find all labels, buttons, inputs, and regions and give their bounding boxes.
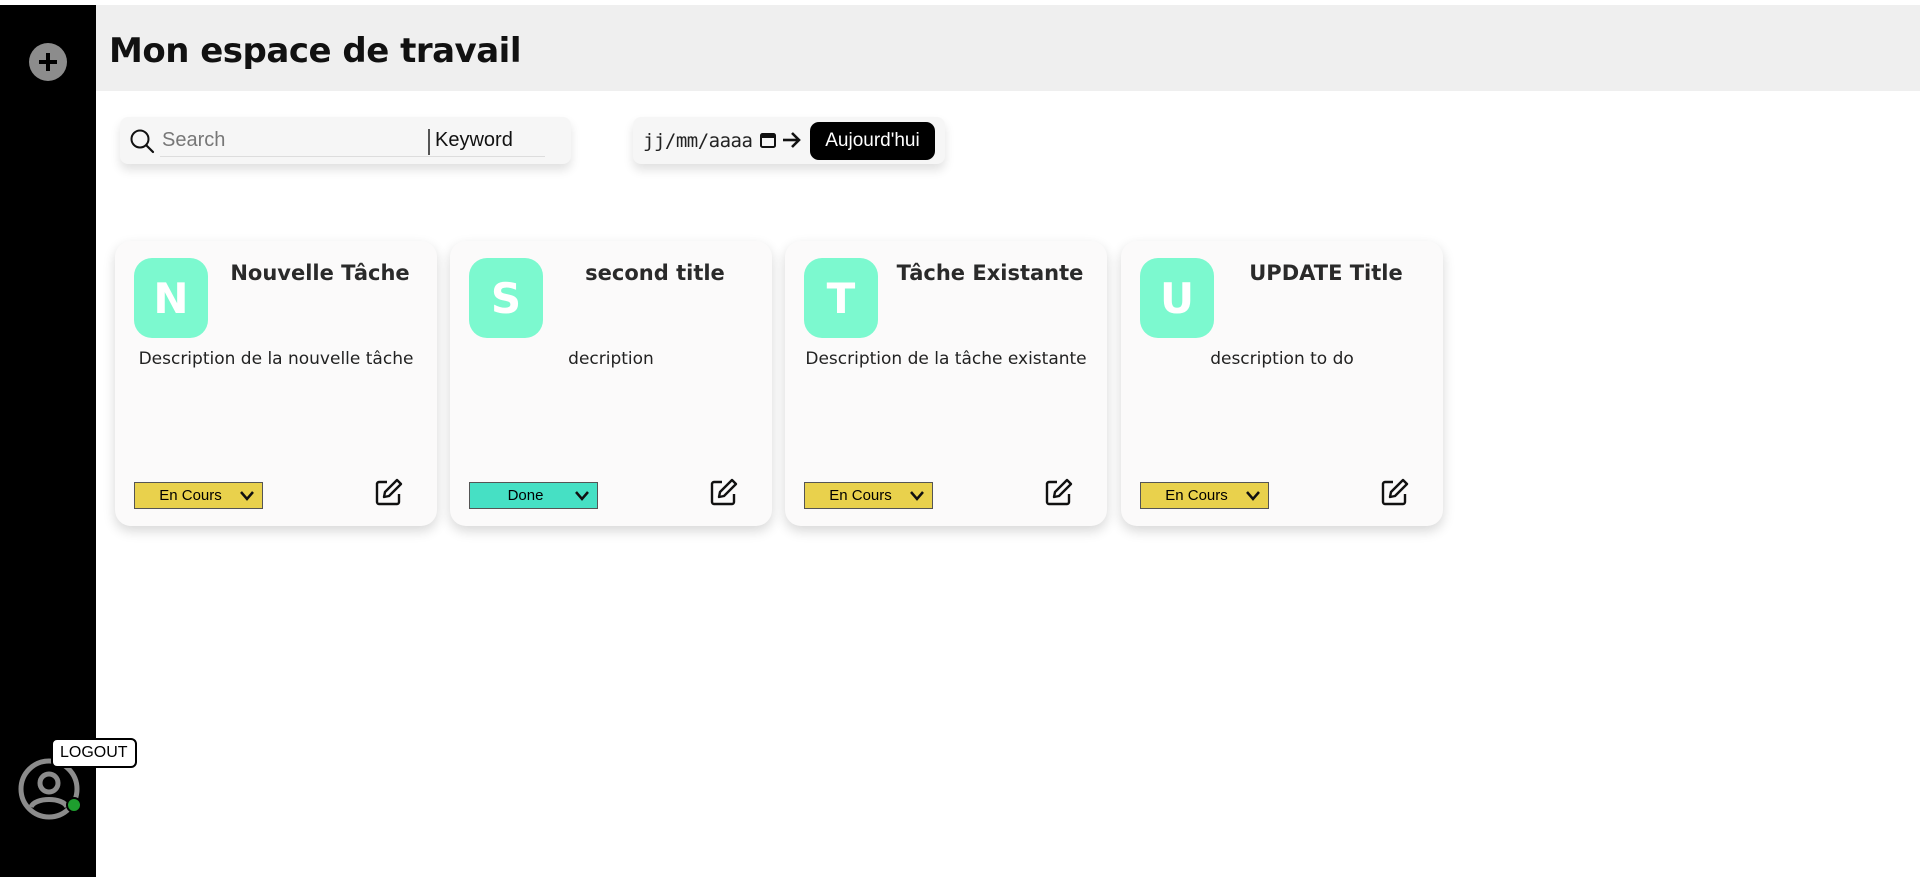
task-card: S second title decription Done bbox=[450, 241, 772, 526]
task-card: N Nouvelle Tâche Description de la nouve… bbox=[115, 241, 437, 526]
search-divider bbox=[428, 129, 430, 155]
edit-icon[interactable] bbox=[373, 476, 405, 508]
chevron-down-icon bbox=[910, 490, 924, 501]
edit-icon[interactable] bbox=[1379, 476, 1411, 508]
task-description: description to do bbox=[1210, 349, 1354, 369]
task-avatar: U bbox=[1140, 258, 1214, 338]
task-avatar: T bbox=[804, 258, 878, 338]
status-select[interactable]: En Cours bbox=[1140, 482, 1269, 509]
calendar-icon[interactable] bbox=[759, 131, 777, 149]
status-label: En Cours bbox=[1165, 487, 1228, 504]
search-filter-select[interactable]: Keyword bbox=[435, 129, 513, 152]
task-title: second title bbox=[585, 261, 725, 285]
task-description: Description de la nouvelle tâche bbox=[138, 349, 414, 369]
edit-icon[interactable] bbox=[708, 476, 740, 508]
date-input[interactable]: jj/mm/aaaa bbox=[643, 130, 753, 152]
logout-button[interactable]: LOGOUT bbox=[51, 738, 137, 768]
status-label: En Cours bbox=[159, 487, 222, 504]
task-description: decription bbox=[568, 349, 654, 369]
task-title: Nouvelle Tâche bbox=[230, 261, 410, 285]
date-filter: jj/mm/aaaa Aujourd'hui bbox=[633, 117, 945, 164]
task-avatar: S bbox=[469, 258, 543, 338]
task-title: Tâche Existante bbox=[896, 261, 1084, 285]
header: Mon espace de travail bbox=[96, 5, 1920, 91]
edit-icon[interactable] bbox=[1043, 476, 1075, 508]
chevron-down-icon bbox=[575, 490, 589, 501]
online-status-dot bbox=[66, 797, 82, 813]
plus-icon bbox=[39, 53, 57, 71]
search-icon bbox=[130, 129, 155, 154]
task-description: Description de la tâche existante bbox=[805, 349, 1087, 369]
task-card: T Tâche Existante Description de la tâch… bbox=[785, 241, 1107, 526]
today-button[interactable]: Aujourd'hui bbox=[810, 122, 935, 160]
task-card: U UPDATE Title description to do En Cour… bbox=[1121, 241, 1443, 526]
status-label: Done bbox=[507, 487, 544, 504]
status-select[interactable]: En Cours bbox=[804, 482, 933, 509]
task-title: UPDATE Title bbox=[1249, 261, 1403, 285]
status-select[interactable]: En Cours bbox=[134, 482, 263, 509]
arrow-right-icon bbox=[783, 132, 801, 148]
chevron-down-icon bbox=[1246, 490, 1260, 501]
page-title: Mon espace de travail bbox=[109, 31, 521, 71]
chevron-down-icon bbox=[240, 490, 254, 501]
add-task-button[interactable] bbox=[29, 43, 67, 81]
search-bar: Keyword bbox=[120, 117, 571, 164]
status-select[interactable]: Done bbox=[469, 482, 598, 509]
status-label: En Cours bbox=[829, 487, 892, 504]
task-avatar: N bbox=[134, 258, 208, 338]
